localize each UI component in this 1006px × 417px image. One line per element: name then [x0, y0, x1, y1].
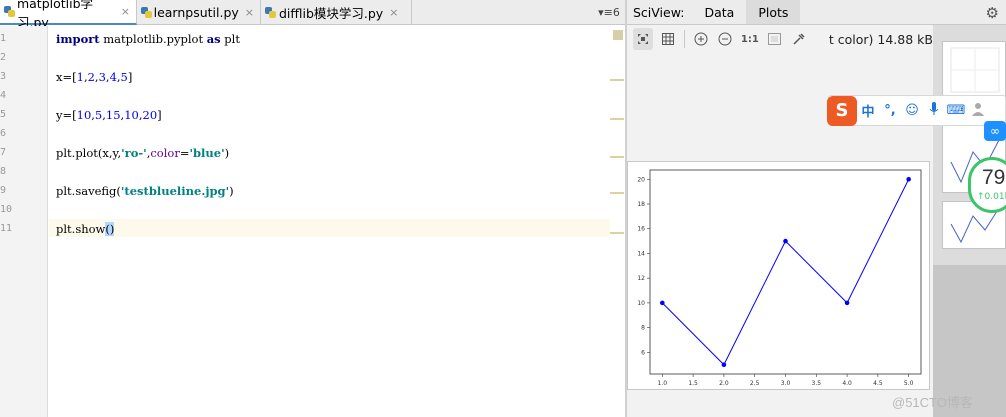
scroll-marker[interactable]	[610, 79, 624, 81]
data-point	[783, 238, 788, 244]
y-tick-label: 18	[637, 201, 645, 208]
punctuation-toggle[interactable]: °,	[879, 103, 901, 118]
emoji-icon[interactable]: ☺	[901, 103, 923, 118]
line-number: 8	[0, 166, 7, 177]
line-chart: 1.0 1.5 2.0 2.5 3.0 3.5 4.0 4.5 5.0 6 8 10 12 14 16 18 2…	[637, 169, 922, 387]
current-line-highlight	[49, 219, 626, 237]
watermark: @51CTO博客	[892, 395, 973, 410]
python-file-icon	[141, 7, 152, 18]
python-file-icon	[265, 7, 276, 18]
tab-label: difflib模块学习.py	[279, 6, 384, 21]
scroll-marker[interactable]	[610, 118, 624, 120]
code-line-9: plt.savefig('testblueline.jpg')	[56, 184, 234, 198]
zoom-in-icon[interactable]	[691, 28, 711, 50]
data-point	[844, 300, 850, 306]
tab-data[interactable]: Data	[692, 0, 746, 24]
line-number: 5	[0, 109, 7, 120]
scroll-marker[interactable]	[610, 232, 624, 234]
zoom-out-icon[interactable]	[715, 28, 735, 50]
code-editor[interactable]: import matplotlib.pyplot as plt x=[1,2,3…	[49, 26, 626, 417]
code-line-3: x=[1,2,3,4,5]	[56, 70, 133, 84]
tab-matplotlib[interactable]: matplotlib学习.py ×	[0, 0, 137, 30]
x-tick-label: 4.5	[873, 380, 883, 387]
python-file-icon	[4, 6, 15, 17]
line-number: 11	[0, 223, 13, 234]
tab-overflow-button[interactable]: ▾≡6	[592, 0, 626, 25]
line-number: 10	[0, 204, 13, 215]
network-icon[interactable]: ∞	[984, 121, 1006, 141]
y-tick-label: 14	[637, 250, 645, 257]
user-icon[interactable]	[967, 102, 989, 120]
grid-icon[interactable]	[657, 28, 677, 50]
sciview-label: SciView:	[633, 4, 685, 20]
x-tick-label: 2.5	[750, 380, 760, 387]
data-point	[721, 362, 727, 368]
y-tick-label: 12	[637, 275, 645, 282]
code-line-5: y=[10,5,15,10,20]	[56, 108, 162, 122]
code-line-7: plt.plot(x,y,'ro-',color='blue')	[56, 146, 230, 160]
x-tick-label: 3.0	[781, 380, 791, 387]
close-icon[interactable]: ×	[389, 6, 398, 19]
x-tick-label: 5.0	[904, 380, 914, 387]
editor-tab-bar: matplotlib学习.py × learnpsutil.py × diffl…	[0, 0, 626, 30]
axes-frame	[649, 169, 922, 375]
close-icon[interactable]: ×	[245, 6, 254, 19]
speed-value: 79	[982, 166, 1006, 189]
y-tick-label: 16	[637, 226, 645, 233]
x-tick-label: 1.0	[658, 380, 668, 387]
sciview-header: SciView: Data Plots ⚙	[627, 0, 1006, 25]
data-point	[906, 176, 911, 182]
y-tick-label: 8	[641, 325, 645, 332]
plot-image[interactable]: 1.0 1.5 2.0 2.5 3.0 3.5 4.0 4.5 5.0 6 8 10 12 14 16 18 2…	[627, 161, 930, 390]
y-tick-label: 10	[637, 300, 645, 307]
background-icon[interactable]	[764, 28, 784, 50]
speed-upload: ↑0.01k	[977, 192, 1006, 202]
data-point	[660, 300, 665, 306]
line-number: 6	[0, 128, 7, 139]
gear-icon[interactable]: ⚙	[986, 4, 999, 22]
microphone-icon[interactable]	[923, 101, 945, 120]
inspection-status-icon[interactable]	[613, 30, 623, 40]
ime-mode-toggle[interactable]: 中	[857, 101, 879, 120]
editor-scrollbar[interactable]	[610, 26, 626, 417]
line-number: 7	[0, 147, 7, 158]
tab-plots[interactable]: Plots	[746, 0, 801, 24]
code-line-11: plt.show()	[56, 222, 115, 236]
plot-file-info: t color) 14.88 kB	[828, 31, 933, 47]
toolbar-separator	[683, 30, 685, 48]
y-tick-label: 6	[641, 349, 645, 356]
fit-icon[interactable]	[633, 28, 654, 50]
x-tick-label: 3.5	[812, 380, 822, 387]
scroll-marker[interactable]	[610, 156, 624, 158]
speed-widget[interactable]: 79 ↑0.01k	[968, 157, 1006, 213]
line-number: 2	[0, 52, 7, 63]
x-tick-label: 4.0	[842, 380, 852, 387]
actual-size-icon[interactable]: 1:1	[740, 28, 760, 50]
x-tick-label: 1.5	[688, 380, 698, 387]
line-number: 3	[0, 71, 7, 82]
line-number: 1	[0, 33, 7, 44]
tab-difflib[interactable]: difflib模块学习.py ×	[261, 0, 412, 25]
tab-learnpsutil[interactable]: learnpsutil.py ×	[137, 0, 261, 25]
ime-toolbar: S 中 °, ☺ ⌨	[827, 95, 1006, 126]
close-icon[interactable]: ×	[121, 5, 130, 18]
line-number: 9	[0, 185, 7, 196]
line-number: 4	[0, 90, 7, 101]
y-tick-label: 20	[637, 176, 645, 183]
x-tick-label: 2.0	[719, 380, 729, 387]
color-picker-icon[interactable]	[788, 28, 808, 50]
scroll-marker[interactable]	[610, 192, 624, 194]
plot-toolbar: 1:1 t color) 14.88 kB	[627, 25, 933, 53]
sogou-logo[interactable]: S	[827, 95, 857, 126]
plot-thumbnail[interactable]	[942, 41, 1006, 103]
code-line-1: import matplotlib.pyplot as plt	[56, 32, 240, 46]
line-number-gutter: 1 2 3 4 5 6 7 8 9 10 11	[0, 26, 48, 417]
keyboard-icon[interactable]: ⌨	[945, 103, 967, 118]
tab-label: learnpsutil.py	[153, 5, 239, 20]
